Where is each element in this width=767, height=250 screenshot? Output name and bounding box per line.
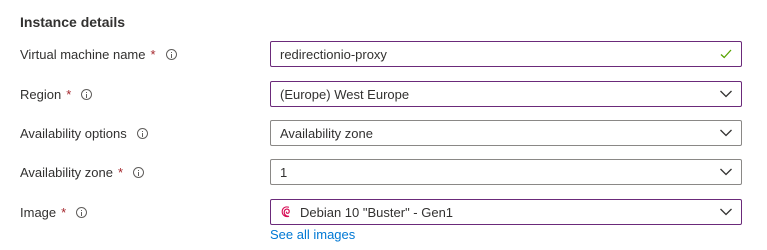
vm-name-label: Virtual machine name [20,46,146,62]
checkmark-icon [711,42,741,66]
vm-name-label-group: Virtual machine name * [20,41,177,67]
chevron-down-icon [711,82,741,106]
chevron-down-icon [711,121,741,145]
availability-zone-value: 1 [280,164,288,180]
region-label: Region [20,86,62,102]
image-value: Debian 10 "Buster" - Gen1 [300,204,454,220]
info-icon[interactable] [136,127,148,139]
info-icon[interactable] [133,166,145,178]
image-label: Image [20,204,57,220]
debian-swirl-icon [280,205,294,219]
availability-zone-dropdown[interactable]: 1 [270,159,742,185]
availability-options-row: Availability options Availability zone [0,120,767,146]
region-label-group: Region * [20,81,93,107]
see-all-images-link[interactable]: See all images [270,227,355,242]
vm-name-input[interactable]: redirectionio-proxy [270,41,742,67]
vm-name-value: redirectionio-proxy [280,46,387,62]
required-asterisk: * [66,86,72,102]
image-dropdown[interactable]: Debian 10 "Buster" - Gen1 [270,199,742,225]
info-icon[interactable] [165,48,177,60]
region-value: (Europe) West Europe [280,86,410,102]
availability-options-dropdown[interactable]: Availability zone [270,120,742,146]
availability-zone-row: Availability zone * 1 [0,159,767,185]
availability-zone-label: Availability zone [20,164,113,180]
required-asterisk: * [61,204,67,220]
availability-options-label: Availability options [20,125,127,141]
availability-options-value: Availability zone [280,125,373,141]
chevron-down-icon [711,200,741,224]
section-title: Instance details [20,14,126,30]
availability-zone-label-group: Availability zone * [20,159,145,185]
chevron-down-icon [711,160,741,184]
required-asterisk: * [150,46,156,62]
region-dropdown[interactable]: (Europe) West Europe [270,81,742,107]
info-icon[interactable] [76,206,88,218]
region-row: Region * (Europe) West Europe [0,81,767,107]
required-asterisk: * [117,164,124,180]
image-label-group: Image * [20,199,88,225]
image-row: Image * Debian 10 "Buster" - Gen1 [0,199,767,225]
vm-name-row: Virtual machine name * redirectionio-pro… [0,41,767,67]
availability-options-label-group: Availability options [20,120,148,146]
info-icon[interactable] [81,88,93,100]
